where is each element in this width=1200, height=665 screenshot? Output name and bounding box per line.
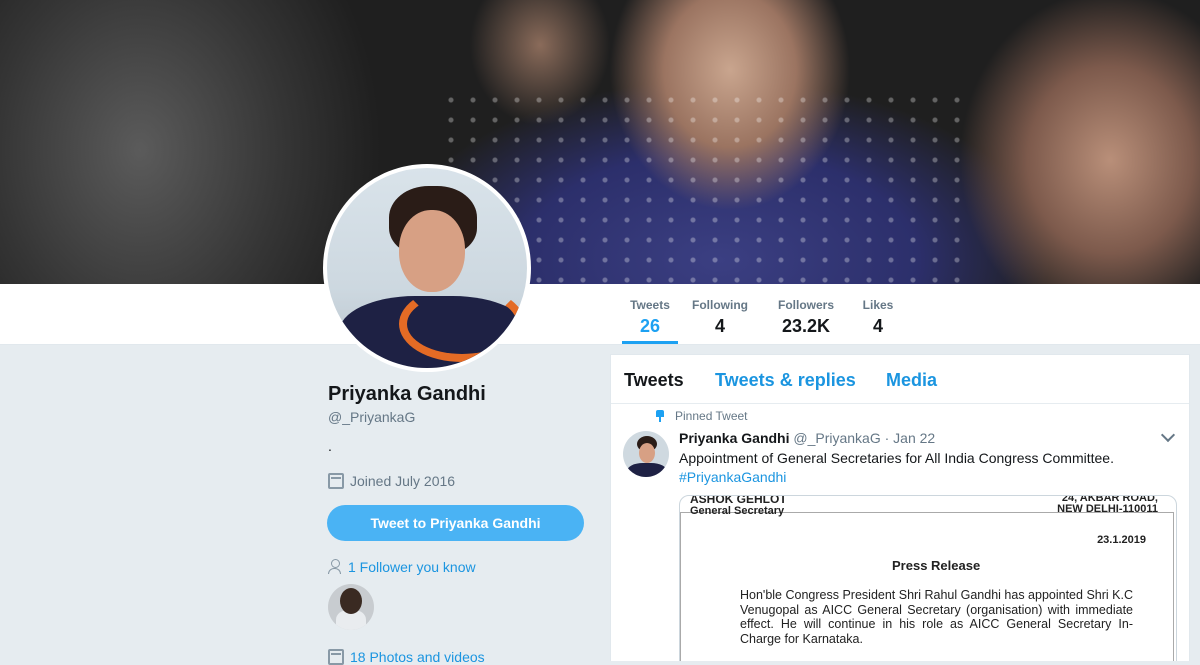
stat-value: 26	[639, 316, 661, 336]
tweet-text: Appointment of General Secretaries for A…	[679, 450, 1114, 466]
stat-label: Likes	[862, 298, 894, 312]
doc-sender-title: General Secretary	[690, 505, 785, 517]
profile-name[interactable]: Priyanka Gandhi	[328, 383, 486, 406]
profile-nav: Tweets 26 Following 4 Followers 23.2K Li…	[0, 284, 1200, 345]
tweet-to-button[interactable]: Tweet to Priyanka Gandhi	[327, 505, 584, 541]
tab-tweets[interactable]: Tweets	[624, 370, 684, 391]
stat-following[interactable]: Following 4	[692, 298, 748, 337]
photos-videos-link[interactable]: 18 Photos and videos	[328, 649, 485, 665]
stat-label: Followers	[777, 298, 834, 312]
joined-date: Joined July 2016	[328, 473, 455, 489]
tab-tweets-replies[interactable]: Tweets & replies	[715, 370, 856, 391]
doc-date: 23.1.2019	[1097, 534, 1146, 546]
tweet-author-avatar[interactable]	[623, 431, 669, 477]
follower-avatar[interactable]	[328, 584, 374, 630]
tweet-avatar-body	[627, 463, 667, 477]
profile-handle[interactable]: @_PriyankaG	[328, 409, 415, 425]
chevron-down-icon[interactable]	[1160, 427, 1176, 443]
profile-header-banner[interactable]	[0, 0, 1200, 284]
timeline: Tweets Tweets & replies Media Pinned Twe…	[610, 354, 1190, 661]
pinned-tweet-label: Pinned Tweet	[655, 409, 748, 423]
tweet-author-name[interactable]: Priyanka Gandhi	[679, 430, 789, 446]
stat-tweets[interactable]: Tweets 26	[622, 298, 678, 344]
pin-icon	[655, 410, 665, 422]
avatar-garland-shape	[399, 286, 525, 362]
avatar-face-shape	[399, 210, 465, 292]
stat-value: 4	[714, 316, 725, 336]
profile-bio: .	[328, 438, 332, 454]
person-icon	[328, 559, 342, 575]
doc-address-line2: NEW DELHI-110011	[1057, 503, 1158, 515]
stat-label: Tweets	[630, 298, 670, 312]
stat-followers[interactable]: Followers 23.2K	[776, 298, 836, 337]
photos-videos-label[interactable]: 18 Photos and videos	[350, 649, 485, 665]
tweet-date[interactable]: · Jan 22	[885, 430, 936, 446]
photo-icon	[328, 649, 344, 665]
joined-label: Joined July 2016	[350, 473, 456, 489]
stat-likes[interactable]: Likes 4	[860, 298, 896, 337]
doc-body: Hon'ble Congress President Shri Rahul Ga…	[740, 588, 1133, 646]
followers-you-know-label[interactable]: 1 Follower you know	[348, 559, 476, 575]
tweet-hashtag[interactable]: #PriyankaGandhi	[679, 469, 786, 485]
stat-value: 23.2K	[781, 316, 831, 336]
tweet-author-handle[interactable]: @_PriyankaG	[793, 430, 880, 446]
tweet-header: Priyanka Gandhi @_PriyankaG · Jan 22	[679, 430, 935, 446]
pinned-label-text: Pinned Tweet	[675, 409, 748, 423]
tweet-avatar-face	[639, 443, 655, 463]
stat-label: Following	[692, 298, 748, 312]
stat-value: 4	[872, 316, 883, 336]
tab-media[interactable]: Media	[886, 370, 937, 391]
follower-head-shape	[340, 588, 362, 614]
timeline-tabs: Tweets Tweets & replies Media	[611, 355, 1189, 404]
followers-you-know-link[interactable]: 1 Follower you know	[328, 559, 476, 575]
doc-heading: Press Release	[892, 558, 981, 573]
calendar-icon	[328, 473, 344, 489]
tweet-media-image[interactable]: ASHOK GEHLOT General Secretary 24, AKBAR…	[679, 495, 1177, 661]
profile-avatar[interactable]	[323, 164, 531, 372]
